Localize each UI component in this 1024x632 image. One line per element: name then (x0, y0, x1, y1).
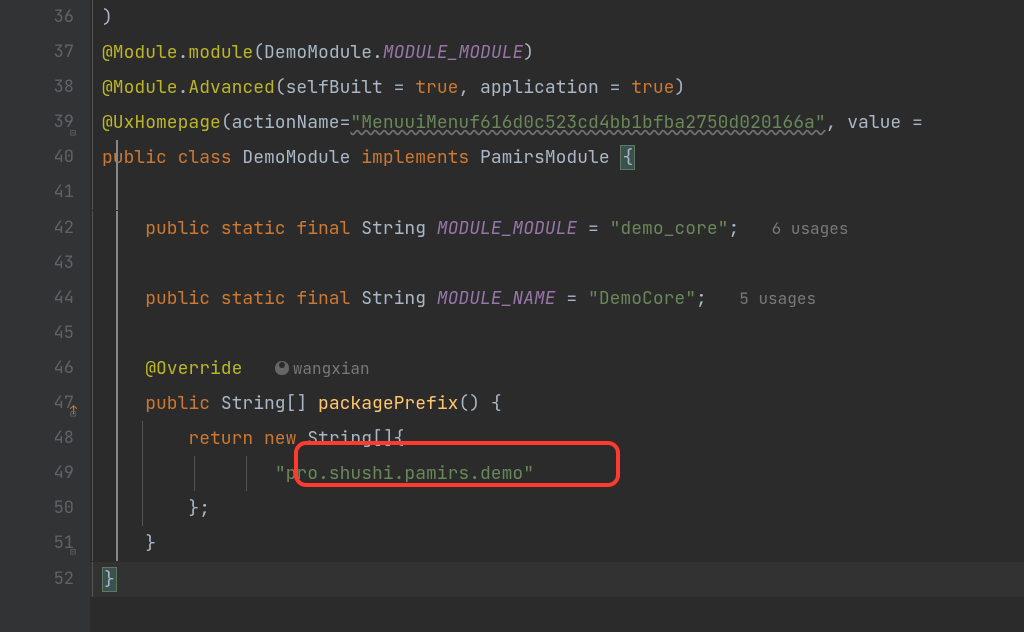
paren: ) (674, 76, 685, 99)
field-ref: MODULE_MODULE (383, 41, 523, 64)
line-number: 51 (0, 526, 74, 561)
semicolon: ; (696, 287, 707, 310)
string-literal: "demo_core" (610, 217, 729, 240)
close-brace: } (145, 532, 156, 555)
annotation-method: module (188, 41, 253, 64)
class-gutter-icon[interactable] (52, 148, 70, 166)
interface-name: PamirsModule (480, 146, 620, 169)
dot: . (178, 76, 189, 99)
semicolon: ; (728, 217, 739, 240)
code-area[interactable]: ) @Module.module(DemoModule.MODULE_MODUL… (90, 0, 1024, 632)
fold-marker-icon[interactable]: ⊟ (70, 115, 82, 127)
line-number: 52 (0, 562, 74, 597)
line-number: 48 (0, 421, 74, 456)
line-number: 36 (0, 0, 74, 35)
code-line[interactable]: "pro.shushi.pamirs.demo" (90, 456, 1024, 491)
brace-match: { (620, 145, 635, 170)
field-name: MODULE_MODULE (437, 217, 577, 240)
code-line[interactable]: }; (90, 491, 1024, 526)
line-number: 37 (0, 35, 74, 70)
string-literal: "MenuuiMenuf616d0c523cd4bb1bfba2750d0201… (350, 111, 825, 134)
code-line[interactable]: public static final String MODULE_MODULE… (90, 211, 1024, 246)
keyword: public static final (145, 287, 361, 310)
keyword: return new (188, 427, 307, 450)
type: String[]{ (307, 427, 404, 450)
line-number: 46 (0, 351, 74, 386)
override-gutter-icon[interactable] (50, 398, 68, 416)
line-number: 41 (0, 175, 74, 210)
code-line-current[interactable]: } (90, 562, 1024, 597)
line-number: 45 (0, 316, 74, 351)
keyword: public (145, 392, 221, 415)
author-hint[interactable]: wangxian (275, 358, 370, 379)
fold-marker-icon[interactable]: ⊟ (70, 396, 82, 408)
code-line[interactable]: public class DemoModule implements Pamir… (90, 140, 1024, 175)
fold-end-icon[interactable]: ⊟ (70, 534, 82, 546)
method-name: packagePrefix (318, 392, 458, 415)
code-line[interactable] (90, 316, 1024, 351)
code-text: (selfBuilt = (275, 76, 415, 99)
type: String[] (221, 392, 318, 415)
type: String (361, 287, 437, 310)
code-line[interactable]: @Override wangxian (90, 351, 1024, 386)
code-editor[interactable]: 36 37 38 39 40 41 42 43 44 45 46 47 48 4… (0, 0, 1024, 632)
code-line[interactable]: ⊟ } (90, 526, 1024, 561)
string-literal: "DemoCore" (588, 287, 696, 310)
code-line[interactable] (90, 246, 1024, 281)
brace-match: } (102, 567, 117, 592)
code-line[interactable]: @Module.module(DemoModule.MODULE_MODULE) (90, 35, 1024, 70)
line-number: 47 (0, 386, 74, 421)
usage-hint[interactable]: 5 usages (739, 288, 816, 309)
avatar-icon (275, 361, 289, 375)
code-text: (actionName= (221, 111, 351, 134)
usage-hint[interactable]: 6 usages (772, 218, 849, 239)
paren: ) (102, 6, 113, 29)
field-name: MODULE_NAME (437, 287, 556, 310)
line-number: 49 (0, 456, 74, 491)
keyword: true (415, 76, 458, 99)
code-text: (DemoModule. (253, 41, 383, 64)
keyword: public class (102, 146, 242, 169)
annotation: @Override (145, 357, 242, 380)
type: String (361, 217, 437, 240)
line-number: 44 (0, 281, 74, 316)
close-brace: }; (188, 497, 210, 520)
paren: () { (458, 392, 501, 415)
annotation: @UxHomepage (102, 111, 221, 134)
code-line[interactable]: public static final String MODULE_NAME =… (90, 281, 1024, 316)
keyword: implements (361, 146, 480, 169)
class-name: DemoModule (242, 146, 361, 169)
annotation: @Module (102, 41, 178, 64)
line-number: 50 (0, 491, 74, 526)
code-text: , application = (458, 76, 631, 99)
code-line[interactable]: ⊟@UxHomepage(actionName="MenuuiMenuf616d… (90, 105, 1024, 140)
string-literal: "pro.shushi.pamirs.demo" (275, 462, 534, 485)
code-line[interactable]: @Module.Advanced(selfBuilt = true, appli… (90, 70, 1024, 105)
keyword: true (631, 76, 674, 99)
code-line[interactable] (90, 175, 1024, 210)
line-number: 40 (0, 140, 74, 175)
line-number: 38 (0, 70, 74, 105)
author-name: wangxian (293, 358, 370, 379)
line-number: 42 (0, 211, 74, 246)
code-text: , value = (826, 111, 923, 134)
line-number: 39 (0, 105, 74, 140)
annotation: @Module (102, 76, 178, 99)
equals: = (556, 287, 588, 310)
code-line[interactable]: ⊟ public String[] packagePrefix() { (90, 386, 1024, 421)
paren: ) (523, 41, 534, 64)
code-line[interactable]: return new String[]{ (90, 421, 1024, 456)
code-line[interactable]: ) (90, 0, 1024, 35)
equals: = (577, 217, 609, 240)
annotation-class: Advanced (188, 76, 274, 99)
keyword: public static final (145, 217, 361, 240)
dot: . (178, 41, 189, 64)
line-number: 43 (0, 246, 74, 281)
